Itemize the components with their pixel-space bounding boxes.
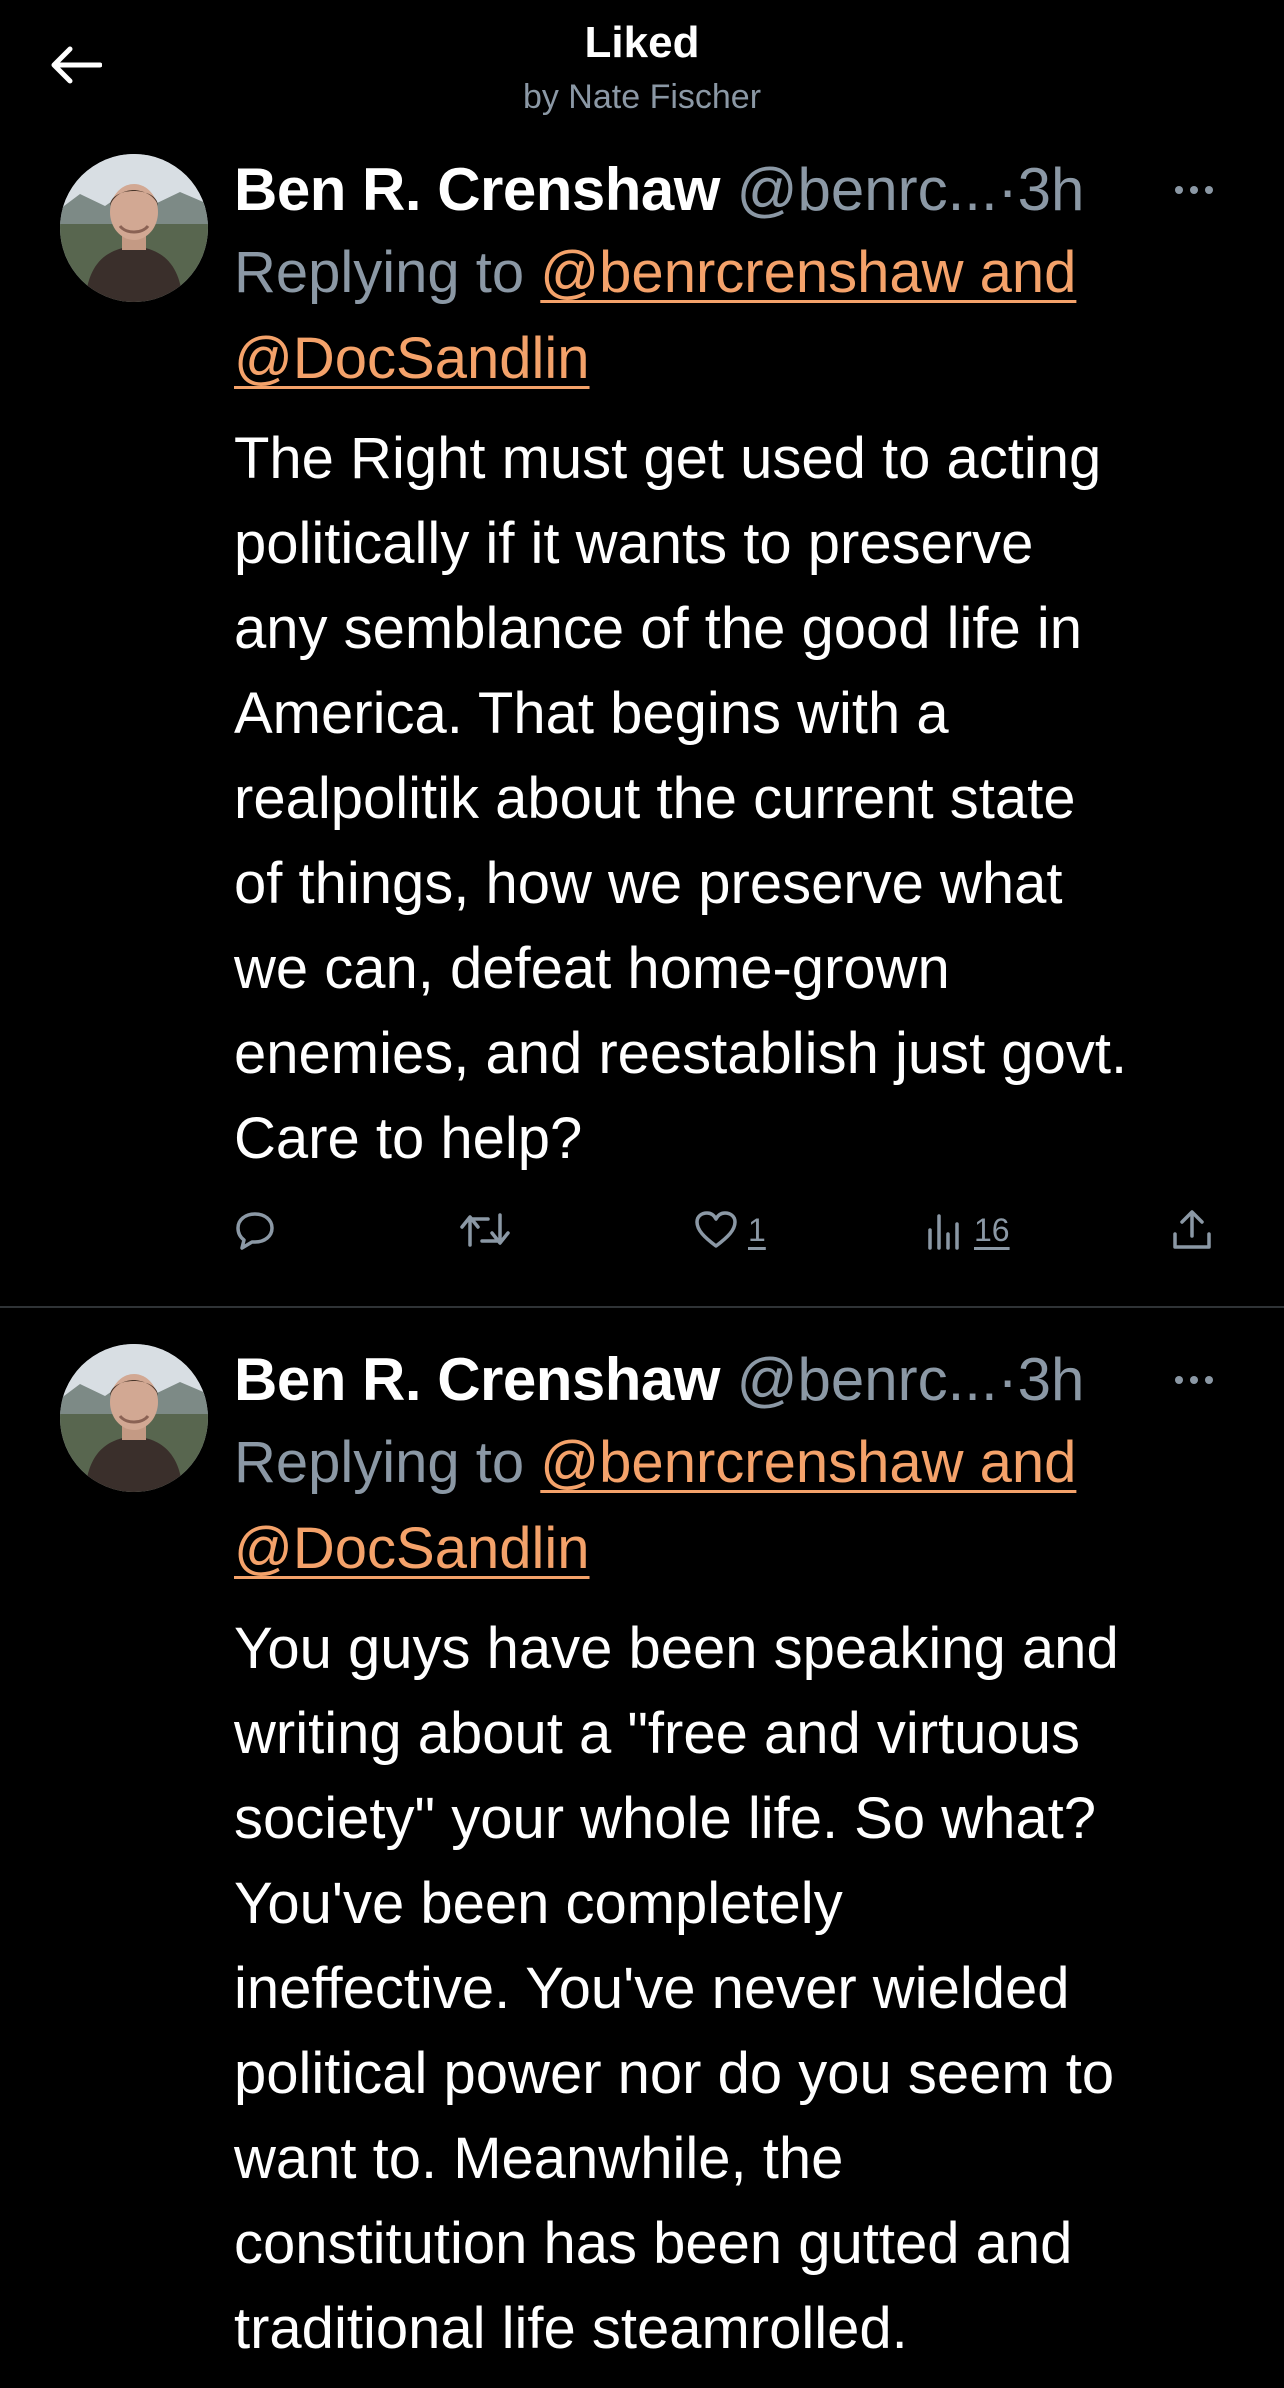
author-name[interactable]: Ben R. Crenshaw xyxy=(234,156,720,223)
avatar[interactable] xyxy=(60,1344,208,1492)
like-count[interactable]: 1 xyxy=(748,1212,766,1249)
mention-link[interactable]: @benrcrenshaw and xyxy=(540,1430,1076,1495)
tweet-text: You guys have been speaking and writing … xyxy=(234,1616,1119,2361)
mention-link[interactable]: @DocSandlin xyxy=(234,326,590,391)
separator: · xyxy=(997,156,1018,223)
retweet-icon xyxy=(460,1213,510,1247)
retweet-button[interactable] xyxy=(458,1200,512,1260)
tweet-text: The Right must get used to acting politi… xyxy=(234,426,1128,1171)
profile-photo xyxy=(60,154,208,302)
share-button[interactable] xyxy=(1170,1200,1214,1260)
top-bar: Liked by Nate Fischer xyxy=(0,0,1284,140)
views-button[interactable]: 16 xyxy=(924,1200,1010,1260)
replying-to: Replying to @benrcrenshaw and @DocSandli… xyxy=(234,230,1224,402)
avatar[interactable] xyxy=(60,154,208,302)
tweet-header: Ben R. Crenshaw @benrc...·3h xyxy=(234,1340,1224,1420)
profile-photo xyxy=(60,1344,208,1492)
heart-icon xyxy=(695,1211,737,1248)
like-button[interactable]: 1 xyxy=(694,1200,766,1260)
share-icon xyxy=(1173,1210,1211,1249)
more-button[interactable] xyxy=(1164,170,1224,210)
tweet-header: Ben R. Crenshaw @benrc...·3h xyxy=(234,150,1224,230)
replying-prefix: Replying to xyxy=(234,240,541,305)
author-handle[interactable]: @benrc... xyxy=(737,1346,998,1413)
mention-link[interactable]: @benrcrenshaw and xyxy=(540,240,1076,305)
timestamp[interactable]: 3h xyxy=(1018,1346,1085,1413)
author-handle[interactable]: @benrc... xyxy=(737,156,998,223)
tweet[interactable]: Ben R. Crenshaw @benrc...·3h Replying to… xyxy=(0,140,1284,1308)
page-subtitle: by Nate Fischer xyxy=(522,78,762,116)
tweet-body: Ben R. Crenshaw @benrc...·3h Replying to… xyxy=(234,1340,1224,2371)
tweet-actions: 1 16 xyxy=(234,1200,1224,1260)
tweet[interactable]: Ben R. Crenshaw @benrc...·3h Replying to… xyxy=(0,1310,1284,2388)
more-horizontal-icon xyxy=(1175,186,1213,194)
reply-icon xyxy=(236,1212,274,1250)
reply-button[interactable] xyxy=(234,1200,276,1260)
replying-prefix: Replying to xyxy=(234,1430,541,1495)
more-button[interactable] xyxy=(1164,1360,1224,1400)
page-title: Liked xyxy=(584,18,700,67)
more-horizontal-icon xyxy=(1175,1376,1213,1384)
replying-to: Replying to @benrcrenshaw and @DocSandli… xyxy=(234,1420,1224,1592)
views-icon xyxy=(928,1214,959,1250)
author-name[interactable]: Ben R. Crenshaw xyxy=(234,1346,720,1413)
tweet-body: Ben R. Crenshaw @benrc...·3h Replying to… xyxy=(234,150,1224,1181)
view-count[interactable]: 16 xyxy=(974,1212,1010,1249)
mention-link[interactable]: @DocSandlin xyxy=(234,1516,590,1581)
timestamp[interactable]: 3h xyxy=(1018,156,1085,223)
separator: · xyxy=(997,1346,1018,1413)
